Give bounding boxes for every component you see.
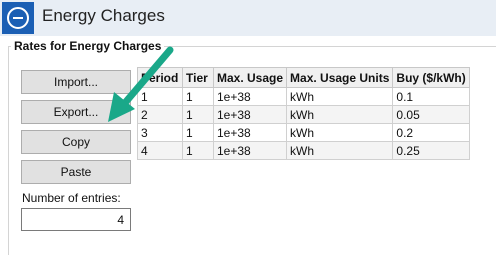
annotation-arrow-icon	[108, 46, 174, 122]
